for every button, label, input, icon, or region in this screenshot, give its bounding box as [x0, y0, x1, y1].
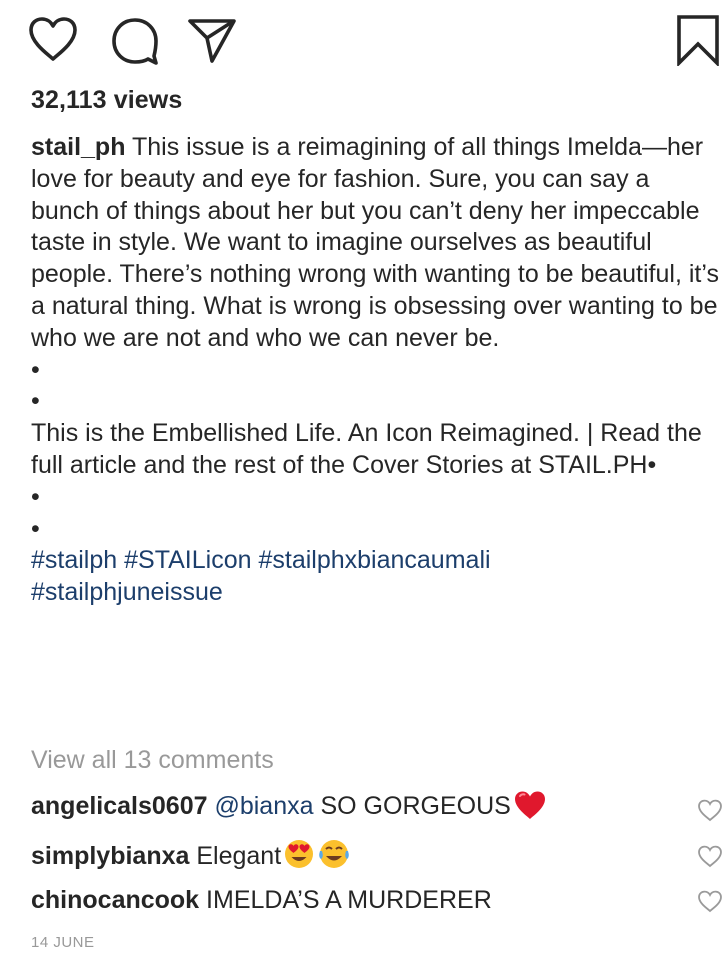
comment-username[interactable]: angelicals0607: [31, 792, 208, 820]
bullet: •: [31, 514, 40, 543]
view-count[interactable]: 32,113 views: [31, 86, 182, 115]
comment-username[interactable]: chinocancook: [31, 886, 199, 914]
view-all-comments-link[interactable]: View all 13 comments: [31, 746, 274, 775]
heart-eyes-emoji: [283, 838, 315, 878]
comment-row: simplybianxa Elegant: [31, 838, 351, 878]
caption-text: This is the Embellished Life. An Icon Re…: [31, 419, 702, 479]
hashtag-link[interactable]: #stailphjuneissue: [31, 578, 223, 606]
action-bar: [0, 12, 728, 72]
caption-username[interactable]: stail_ph: [31, 133, 125, 161]
bullet: •: [31, 387, 40, 416]
post-date: 14 JUNE: [31, 934, 95, 951]
comment-text: Elegant: [196, 842, 282, 870]
comment-row: chinocancook IMELDA’S A MURDERER: [31, 884, 492, 916]
caption-paragraph: stail_ph This issue is a reimagining of …: [31, 132, 721, 355]
comment-username[interactable]: simplybianxa: [31, 842, 189, 870]
comment-row: angelicals0607 @bianxa SO GORGEOUS: [31, 790, 547, 828]
comment-bubble-icon[interactable]: [110, 16, 160, 66]
hashtag-link[interactable]: #stailphxbiancaumali: [258, 546, 490, 574]
post-caption: stail_ph This issue is a reimagining of …: [31, 132, 721, 609]
hashtag-list: #stailph #STAILicon #stailphxbiancaumali…: [31, 545, 721, 609]
bullet: •: [31, 355, 40, 384]
heart-icon[interactable]: [27, 16, 79, 62]
hashtag-link[interactable]: #stailph: [31, 546, 117, 574]
caption-text: This issue is a reimagining of all thing…: [31, 133, 719, 352]
bookmark-icon[interactable]: [675, 14, 721, 66]
tears-of-joy-emoji: [317, 838, 351, 878]
comment-mention[interactable]: @bianxa: [214, 792, 313, 820]
bullet: •: [31, 482, 40, 511]
paper-plane-icon[interactable]: [186, 16, 238, 64]
like-comment-heart-icon[interactable]: [697, 890, 723, 913]
like-comment-heart-icon[interactable]: [697, 845, 723, 868]
like-comment-heart-icon[interactable]: [697, 799, 723, 822]
comment-text: SO GORGEOUS: [320, 792, 511, 820]
red-heart-emoji: [513, 790, 547, 828]
comment-text: IMELDA’S A MURDERER: [206, 886, 492, 914]
hashtag-link[interactable]: #STAILicon: [124, 546, 251, 574]
